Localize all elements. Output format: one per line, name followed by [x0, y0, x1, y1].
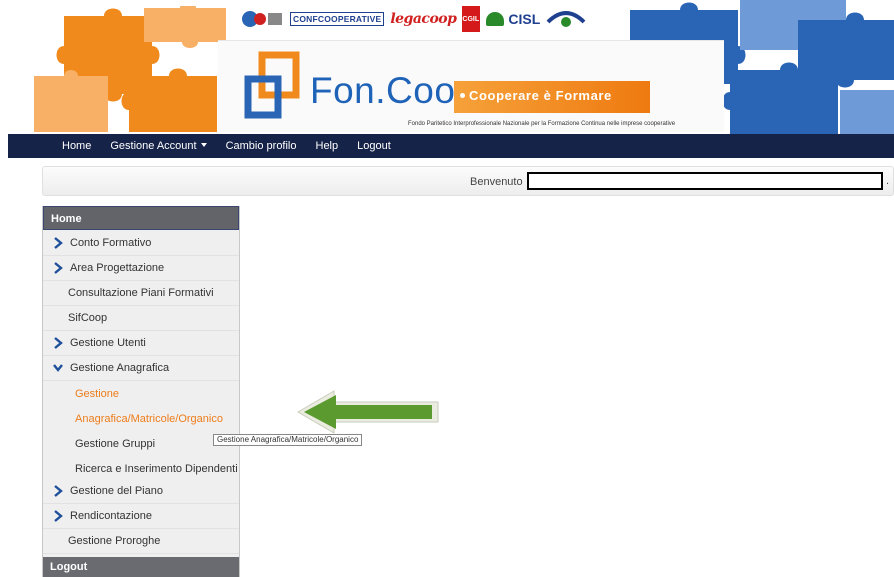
- sidebar-item-gestione-piano[interactable]: Gestione del Piano: [43, 479, 239, 504]
- welcome-suffix: .: [886, 175, 890, 187]
- cgil-logo: CGIL: [462, 6, 481, 32]
- sidebar-subitem-ricerca-dipendenti[interactable]: Ricerca e Inserimento Dipendenti: [43, 456, 239, 481]
- partner-logos: CONFCOOPERATIVE legacoop CGIL CISL: [240, 4, 586, 34]
- welcome-label: Benvenuto: [470, 176, 523, 188]
- bullet-icon: [460, 93, 465, 98]
- nav-gestione-account-label: Gestione Account: [110, 140, 197, 152]
- sidebar-item-gestione-utenti[interactable]: Gestione Utenti: [43, 331, 239, 356]
- nav-home[interactable]: Home: [62, 140, 91, 152]
- chevron-down-icon: [53, 364, 63, 372]
- sidebar-item-label: Conto Formativo: [70, 237, 152, 249]
- sidebar-item-conto-formativo[interactable]: Conto Formativo: [43, 231, 239, 256]
- nav-logout[interactable]: Logout: [357, 140, 391, 152]
- username-redacted-box: [527, 172, 883, 190]
- puzzle-pieces-left-icon: [34, 6, 226, 132]
- welcome-bar: Benvenuto .: [42, 166, 894, 196]
- cisl-text: CISL: [508, 11, 541, 27]
- chevron-right-icon: [54, 237, 63, 249]
- sidebar-item-label: Rendicontazione: [70, 510, 152, 522]
- sidebar-item-rendicontazione[interactable]: Rendicontazione: [43, 504, 239, 529]
- sidebar-item-area-progettazione[interactable]: Area Progettazione: [43, 256, 239, 281]
- nav-gestione-account[interactable]: Gestione Account: [110, 140, 207, 152]
- brand-tagline: Cooperare è Formare: [454, 88, 650, 103]
- confcooperative-logo: CONFCOOPERATIVE: [290, 12, 385, 26]
- foncoop-logo-icon: [244, 51, 300, 119]
- chevron-right-icon: [54, 262, 63, 274]
- page: CONFCOOPERATIVE legacoop CGIL CISL Fon.C…: [0, 0, 894, 577]
- sidebar-header-home[interactable]: Home: [43, 206, 239, 230]
- site-banner: CONFCOOPERATIVE legacoop CGIL CISL Fon.C…: [0, 0, 894, 134]
- sidebar-item-gestione-anagrafica[interactable]: Gestione Anagrafica: [43, 356, 239, 381]
- sidebar-item-sifcoop[interactable]: SifCoop: [43, 306, 239, 331]
- chevron-right-icon: [54, 337, 63, 349]
- caret-down-icon: [200, 143, 207, 147]
- sidebar-footer-logout[interactable]: Logout: [43, 557, 239, 577]
- sidebar-menu: Home Conto Formativo Area Progettazione …: [42, 206, 240, 577]
- partner-logo-icon: [242, 11, 282, 27]
- brand-box: Fon.Coop Cooperare è Formare Fondo Parit…: [218, 40, 724, 132]
- left-arrow-icon: [297, 390, 439, 434]
- nav-help[interactable]: Help: [316, 140, 339, 152]
- sidebar-item-label: Gestione Utenti: [70, 337, 146, 349]
- sidebar-item-label: Area Progettazione: [70, 262, 165, 274]
- sidebar-item-label: Gestione Anagrafica: [70, 362, 170, 374]
- cisl-logo: CISL: [486, 8, 540, 30]
- chevron-right-icon: [54, 510, 63, 522]
- sidebar-subitem-gestione-gruppi[interactable]: Gestione Gruppi: [43, 431, 239, 456]
- top-navbar: Home Gestione Account Cambio profilo Hel…: [8, 134, 894, 158]
- sidebar-item-gestione-proroghe[interactable]: Gestione Proroghe: [43, 529, 239, 554]
- legacoop-logo: legacoop: [390, 11, 457, 27]
- sidebar-subitem-anagrafica-matricole-organico[interactable]: Anagrafica/Matricole/Organico: [43, 406, 239, 431]
- chevron-right-icon: [54, 485, 63, 497]
- brand-subtitle: Fondo Paritetico Interprofessionale Nazi…: [408, 121, 676, 127]
- cisl-mark-icon: [486, 12, 505, 26]
- uil-logo-icon: [546, 11, 586, 27]
- nav-cambio-profilo[interactable]: Cambio profilo: [226, 140, 297, 152]
- brand-title: Fon.Coop: [310, 70, 477, 111]
- sidebar-subitem-gestione[interactable]: Gestione: [43, 381, 239, 406]
- sidebar-item-consultazione-piani[interactable]: Consultazione Piani Formativi: [43, 281, 239, 306]
- sidebar-item-label: Gestione del Piano: [70, 485, 163, 497]
- tagline-text: Cooperare è Formare: [469, 88, 612, 103]
